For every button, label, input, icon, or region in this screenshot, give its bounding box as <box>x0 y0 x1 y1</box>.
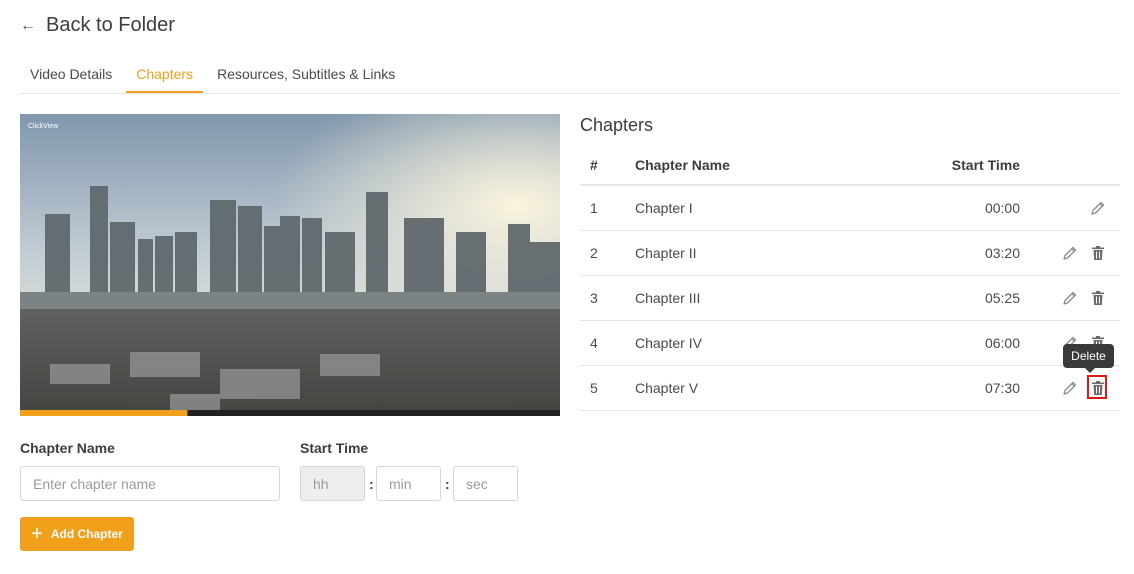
arrow-left-icon: ← <box>20 16 36 34</box>
chapters-table: # Chapter Name Start Time 1 Chapter I 00:0… <box>580 146 1120 411</box>
progress-fill <box>20 410 188 416</box>
table-header: # Chapter Name Start Time <box>580 146 1120 186</box>
add-chapter-button[interactable]: + Add Chapter <box>20 517 134 551</box>
chapter-number: 2 <box>590 245 598 261</box>
chapter-number: 5 <box>590 380 598 396</box>
seconds-input[interactable]: sec <box>453 466 518 501</box>
chapter-start-time: 07:30 <box>984 380 1020 396</box>
delete-icon[interactable] <box>1088 243 1108 263</box>
chapter-number: 3 <box>590 290 598 306</box>
chapter-row: 1 Chapter I 00:00 <box>580 186 1120 231</box>
chapters-heading: Chapters <box>580 115 654 135</box>
edit-icon[interactable] <box>1088 198 1108 218</box>
chapter-name: Chapter III <box>635 290 701 306</box>
minutes-input[interactable]: min <box>376 466 441 501</box>
header-num: # <box>590 157 598 173</box>
chapter-row: 2 Chapter II 03:20 <box>580 231 1120 276</box>
chapter-number: 4 <box>590 335 598 351</box>
header-start-time: Start Time <box>951 157 1020 173</box>
chapter-start-time: 05:25 <box>984 290 1020 306</box>
chapter-name-label: Chapter Name <box>20 440 115 456</box>
edit-icon[interactable] <box>1060 288 1080 308</box>
start-time-label: Start Time <box>300 440 369 456</box>
edit-icon[interactable] <box>1060 243 1080 263</box>
delete-highlight <box>1087 375 1107 399</box>
video-watermark: ClickView <box>28 123 59 130</box>
tab-resources-subtitles-links[interactable]: Resources, Subtitles & Links <box>207 54 405 93</box>
chapter-number: 1 <box>590 200 598 216</box>
plus-icon: + <box>31 523 43 545</box>
chapter-row: 3 Chapter III 05:25 <box>580 276 1120 321</box>
time-separator: : <box>445 476 450 492</box>
chapter-start-time: 03:20 <box>984 245 1020 261</box>
chapter-name: Chapter I <box>635 200 693 216</box>
tab-chapters[interactable]: Chapters <box>126 54 204 93</box>
chapter-row: 5 Chapter V 07:30 <box>580 366 1120 411</box>
back-to-folder-label: Back to Folder <box>46 14 175 36</box>
tab-bar: Video Details Chapters Resources, Subtit… <box>20 54 1120 94</box>
chapter-name: Chapter II <box>635 245 697 261</box>
delete-icon[interactable] <box>1088 288 1108 308</box>
chapter-name: Chapter IV <box>635 335 702 351</box>
edit-icon[interactable] <box>1060 378 1080 398</box>
tab-video-details[interactable]: Video Details <box>20 54 122 93</box>
delete-tooltip: Delete <box>1063 344 1114 373</box>
back-to-folder-link[interactable]: ← Back to Folder <box>20 14 175 37</box>
time-separator: : <box>369 476 374 492</box>
chapter-start-time: 06:00 <box>984 335 1020 351</box>
chapter-name: Chapter V <box>635 380 699 396</box>
add-chapter-label: Add Chapter <box>50 527 123 541</box>
hours-input[interactable]: hh <box>300 466 365 501</box>
video-frame: ClickView <box>20 114 560 416</box>
video-player[interactable]: ClickView <box>20 114 560 416</box>
chapter-start-time: 00:00 <box>984 200 1020 216</box>
chapter-row: 4 Chapter IV 06:00 <box>580 321 1120 366</box>
chapter-name-input[interactable]: Enter chapter name <box>20 466 280 501</box>
header-chapter-name: Chapter Name <box>635 157 730 173</box>
